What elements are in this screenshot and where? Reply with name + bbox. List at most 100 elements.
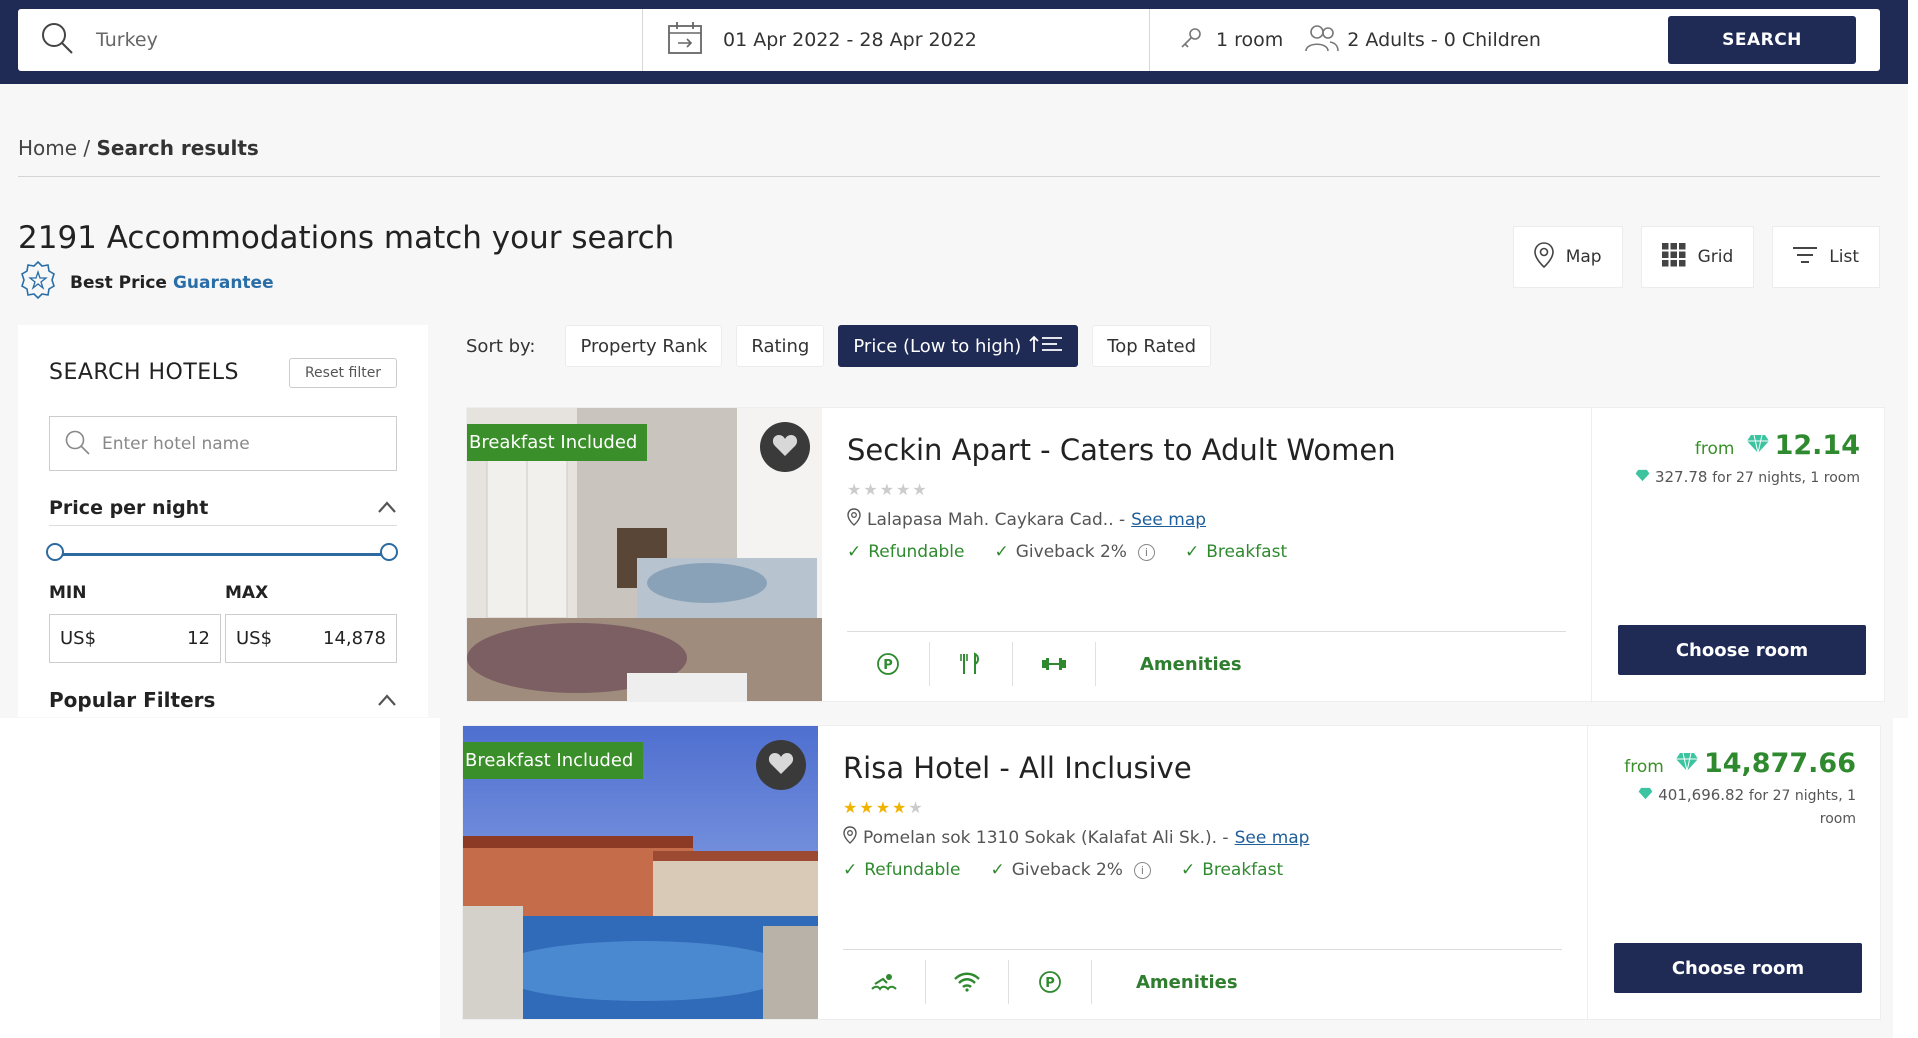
diamond-icon <box>1746 434 1770 458</box>
parking-icon: P <box>847 642 930 686</box>
destination-value: Turkey <box>96 29 158 51</box>
breadcrumb-current: Search results <box>96 136 259 160</box>
guests-value: 2 Adults - 0 Children <box>1347 29 1541 51</box>
svg-text:P: P <box>1045 976 1055 991</box>
popular-filters-header[interactable]: Popular Filters <box>49 688 397 712</box>
price-max-handle[interactable] <box>380 543 398 561</box>
choose-room-button[interactable]: Choose room <box>1614 943 1862 993</box>
amenities-link[interactable]: Amenities <box>1140 654 1242 675</box>
price-min-handle[interactable] <box>46 543 64 561</box>
diamond-icon <box>1635 468 1650 486</box>
people-icon <box>1305 24 1340 56</box>
hotel-name-link[interactable]: Risa Hotel - All Inclusive <box>843 751 1192 785</box>
see-map-link[interactable]: See map <box>1131 510 1206 530</box>
max-label: MAX <box>225 583 269 603</box>
star-icon: ★ <box>879 480 895 499</box>
rooms-guests-field[interactable]: 1 room 2 Adults - 0 Children <box>1150 9 1668 71</box>
price-panel: from 12.14 327.78 for 27 nights, 1 room … <box>1591 408 1884 701</box>
hotel-name-link[interactable]: Seckin Apart - Caters to Adult Women <box>847 433 1396 467</box>
price-range-track[interactable] <box>55 553 389 556</box>
sort-top-rated[interactable]: Top Rated <box>1092 325 1212 367</box>
hotel-photo[interactable]: Breakfast Included <box>463 726 818 1019</box>
view-switcher: Map Grid List <box>1512 226 1880 288</box>
feature-label: Giveback 2% <box>1011 860 1123 880</box>
map-pin-icon <box>843 826 857 849</box>
sort-price-label: Price (Low to high) <box>853 335 1022 357</box>
sort-price-low-high[interactable]: Price (Low to high) <box>838 325 1079 367</box>
chevron-up-icon[interactable] <box>377 497 397 519</box>
list-view-button[interactable]: List <box>1772 226 1880 288</box>
wifi-icon <box>926 960 1009 1004</box>
max-currency: US$ <box>236 628 273 649</box>
star-icon: ★ <box>892 798 907 817</box>
price-per-night-header[interactable]: Price per night <box>49 497 397 519</box>
star-icon: ★ <box>843 798 858 817</box>
diamond-icon <box>1675 752 1699 776</box>
check-icon: ✓ <box>994 542 1009 562</box>
star-icon: ★ <box>875 798 891 817</box>
total-price: 401,696.82 for 27 nights, 1 room <box>1626 784 1856 830</box>
sort-rating[interactable]: Rating <box>736 325 825 367</box>
hotel-details: Seckin Apart - Caters to Adult Women ★ ★ ★… <box>822 408 1591 701</box>
hotel-details: Risa Hotel - All Inclusive ★ ★ ★ ★ ★ Pomelan… <box>818 726 1587 1019</box>
hotel-name-search[interactable] <box>49 416 397 471</box>
see-map-link[interactable]: See map <box>1235 828 1310 848</box>
svg-text:P: P <box>883 658 893 673</box>
search-icon <box>64 429 90 459</box>
chevron-up-icon[interactable] <box>377 688 397 712</box>
star-icon: ★ <box>912 480 927 499</box>
search-filters-panel: SEARCH HOTELS Reset filter Price per nig… <box>18 325 428 717</box>
max-price-value: 14,878 <box>323 628 386 649</box>
favorite-button[interactable] <box>756 740 806 790</box>
date-range-value: 01 Apr 2022 - 28 Apr 2022 <box>723 29 977 51</box>
guarantee-link[interactable]: Guarantee <box>173 273 274 293</box>
sort-property-rank[interactable]: Property Rank <box>565 325 723 367</box>
feature-label: Giveback 2% <box>1015 542 1127 562</box>
grid-view-button[interactable]: Grid <box>1640 226 1755 288</box>
min-currency: US$ <box>60 628 97 649</box>
amenities-link[interactable]: Amenities <box>1136 972 1238 993</box>
sort-bar: Sort by: Property Rank Rating Price (Low… <box>466 325 1212 367</box>
sort-ascending-icon <box>1029 335 1063 358</box>
best-price-label: Best Price <box>70 272 167 293</box>
divider <box>843 949 1562 950</box>
feature-giveback: ✓ Giveback 2% i <box>990 860 1151 880</box>
min-price-value: 12 <box>187 628 210 649</box>
hotel-features: ✓ Refundable ✓ Giveback 2% i ✓ Breakfast <box>847 542 1287 562</box>
hotel-photo[interactable]: Breakfast Included <box>467 408 822 701</box>
info-icon[interactable]: i <box>1133 861 1151 879</box>
divider <box>847 631 1566 632</box>
key-icon <box>1180 27 1202 53</box>
total-price: 327.78 for 27 nights, 1 room <box>1630 466 1860 489</box>
max-price-input[interactable]: US$ 14,878 <box>225 614 397 663</box>
feature-giveback: ✓ Giveback 2% i <box>994 542 1155 562</box>
hotel-card: Breakfast Included Seckin Apart - Caters… <box>466 407 1885 702</box>
info-icon[interactable]: i <box>1137 543 1155 561</box>
map-view-label: Map <box>1565 247 1602 267</box>
filter-lines-icon <box>1793 246 1818 269</box>
feature-label: Breakfast <box>1202 860 1284 880</box>
breadcrumb-home-link[interactable]: Home <box>18 136 77 160</box>
min-label: MIN <box>49 583 87 603</box>
feature-refundable: ✓ Refundable <box>843 860 960 880</box>
feature-refundable: ✓ Refundable <box>847 542 964 562</box>
destination-field[interactable]: Turkey <box>18 9 643 71</box>
best-price-guarantee: Best Price Guarantee <box>18 260 274 305</box>
list-view-label: List <box>1829 247 1859 267</box>
date-range-field[interactable]: 01 Apr 2022 - 28 Apr 2022 <box>643 9 1150 71</box>
search-button[interactable]: SEARCH <box>1668 16 1856 64</box>
hotel-name-input[interactable] <box>102 433 382 454</box>
choose-room-button[interactable]: Choose room <box>1618 625 1866 675</box>
from-label: from <box>1624 757 1664 777</box>
min-price-input[interactable]: US$ 12 <box>49 614 221 663</box>
heart-icon <box>768 751 794 779</box>
reset-filter-button[interactable]: Reset filter <box>289 358 397 388</box>
hotel-features: ✓ Refundable ✓ Giveback 2% i ✓ Breakfast <box>843 860 1283 880</box>
map-view-button[interactable]: Map <box>1512 226 1623 288</box>
price-per-night: from 14,877.66 <box>1624 748 1856 779</box>
rooms-value: 1 room <box>1216 29 1284 51</box>
total-price-text: for 27 nights, 1 room <box>1712 470 1860 486</box>
grid-icon <box>1661 242 1686 272</box>
favorite-button[interactable] <box>760 422 810 472</box>
heart-icon <box>772 433 798 461</box>
